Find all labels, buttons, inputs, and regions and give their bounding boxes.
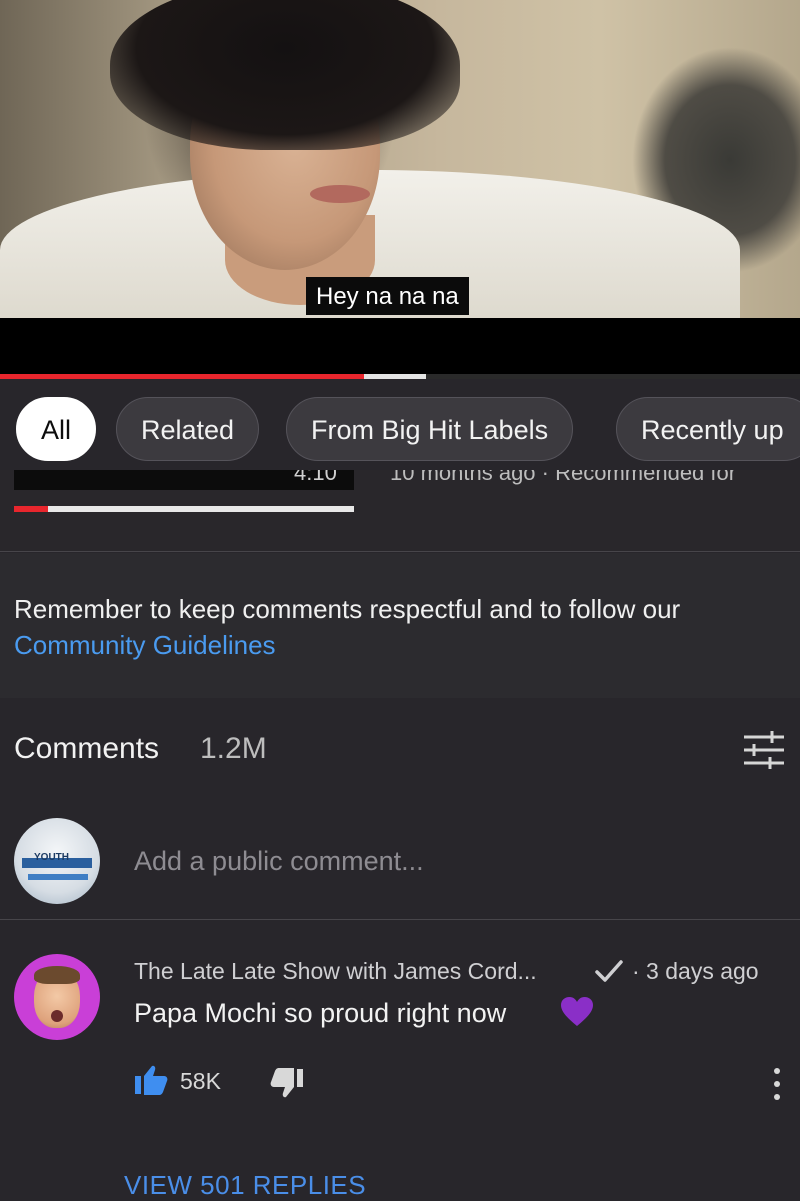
community-guidelines-notice: Remember to keep comments respectful and… [0,553,800,698]
video-player[interactable]: Hey na na na [0,0,800,318]
video-meta: 10 months ago · Recommended for [390,470,737,485]
avatar-hair [34,966,80,984]
divider [0,919,800,920]
chip-recently-uploaded[interactable]: Recently up [616,397,800,461]
video-duration: 4:10 [294,470,337,485]
view-replies-button[interactable]: VIEW 501 REPLIES [124,1170,366,1201]
dislike-icon[interactable] [270,1068,304,1100]
guidelines-text: Remember to keep comments respectful and… [14,591,774,663]
progress-played[interactable] [0,374,364,379]
comment-author[interactable]: The Late Late Show with James Cord... [134,958,537,985]
watched-track [14,506,354,512]
comment-author-avatar[interactable] [14,954,100,1040]
like-icon[interactable] [134,1064,168,1096]
watched-progress [14,506,48,512]
divider [0,551,800,552]
avatar-graphic-line [28,874,88,880]
add-comment-input[interactable]: Add a public comment... [134,846,424,877]
video-thumbnail: 4:10 [14,470,354,490]
video-subtitle: Hey na na na [306,277,469,315]
comment-time: · 3 days ago [632,958,759,984]
purple-heart-icon [561,997,593,1026]
avatar-label: YOUTH [34,852,69,863]
more-options-icon[interactable] [770,1066,784,1102]
chip-all[interactable]: All [16,397,97,461]
comment-item: The Late Late Show with James Cord... · … [0,922,800,1200]
like-count: 58K [180,1068,221,1094]
avatar-mouth [51,1010,63,1022]
filter-chips: All Related From Big Hit Labels Recently… [0,397,800,465]
video-frame-hair [110,0,460,150]
video-frame-lips [310,185,370,203]
sort-filter-icon[interactable] [742,728,786,772]
checkmark-icon [595,960,623,982]
comments-title: Comments [14,732,160,765]
player-letterbox [0,318,800,374]
comment-text: Papa Mochi so proud right now [134,998,507,1028]
chip-from-big-hit-labels[interactable]: From Big Hit Labels [286,397,574,461]
chip-related[interactable]: Related [116,397,260,461]
comments-header: Comments 1.2M [0,700,800,800]
guidelines-message: Remember to keep comments respectful and… [14,594,681,624]
community-guidelines-link[interactable]: Community Guidelines [14,630,276,660]
previous-video-item[interactable]: 4:10 10 months ago · Recommended for [0,470,800,552]
comments-count: 1.2M [200,732,267,765]
avatar[interactable]: YOUTH [14,818,100,904]
add-comment-row[interactable]: YOUTH Add a public comment... [0,808,800,920]
